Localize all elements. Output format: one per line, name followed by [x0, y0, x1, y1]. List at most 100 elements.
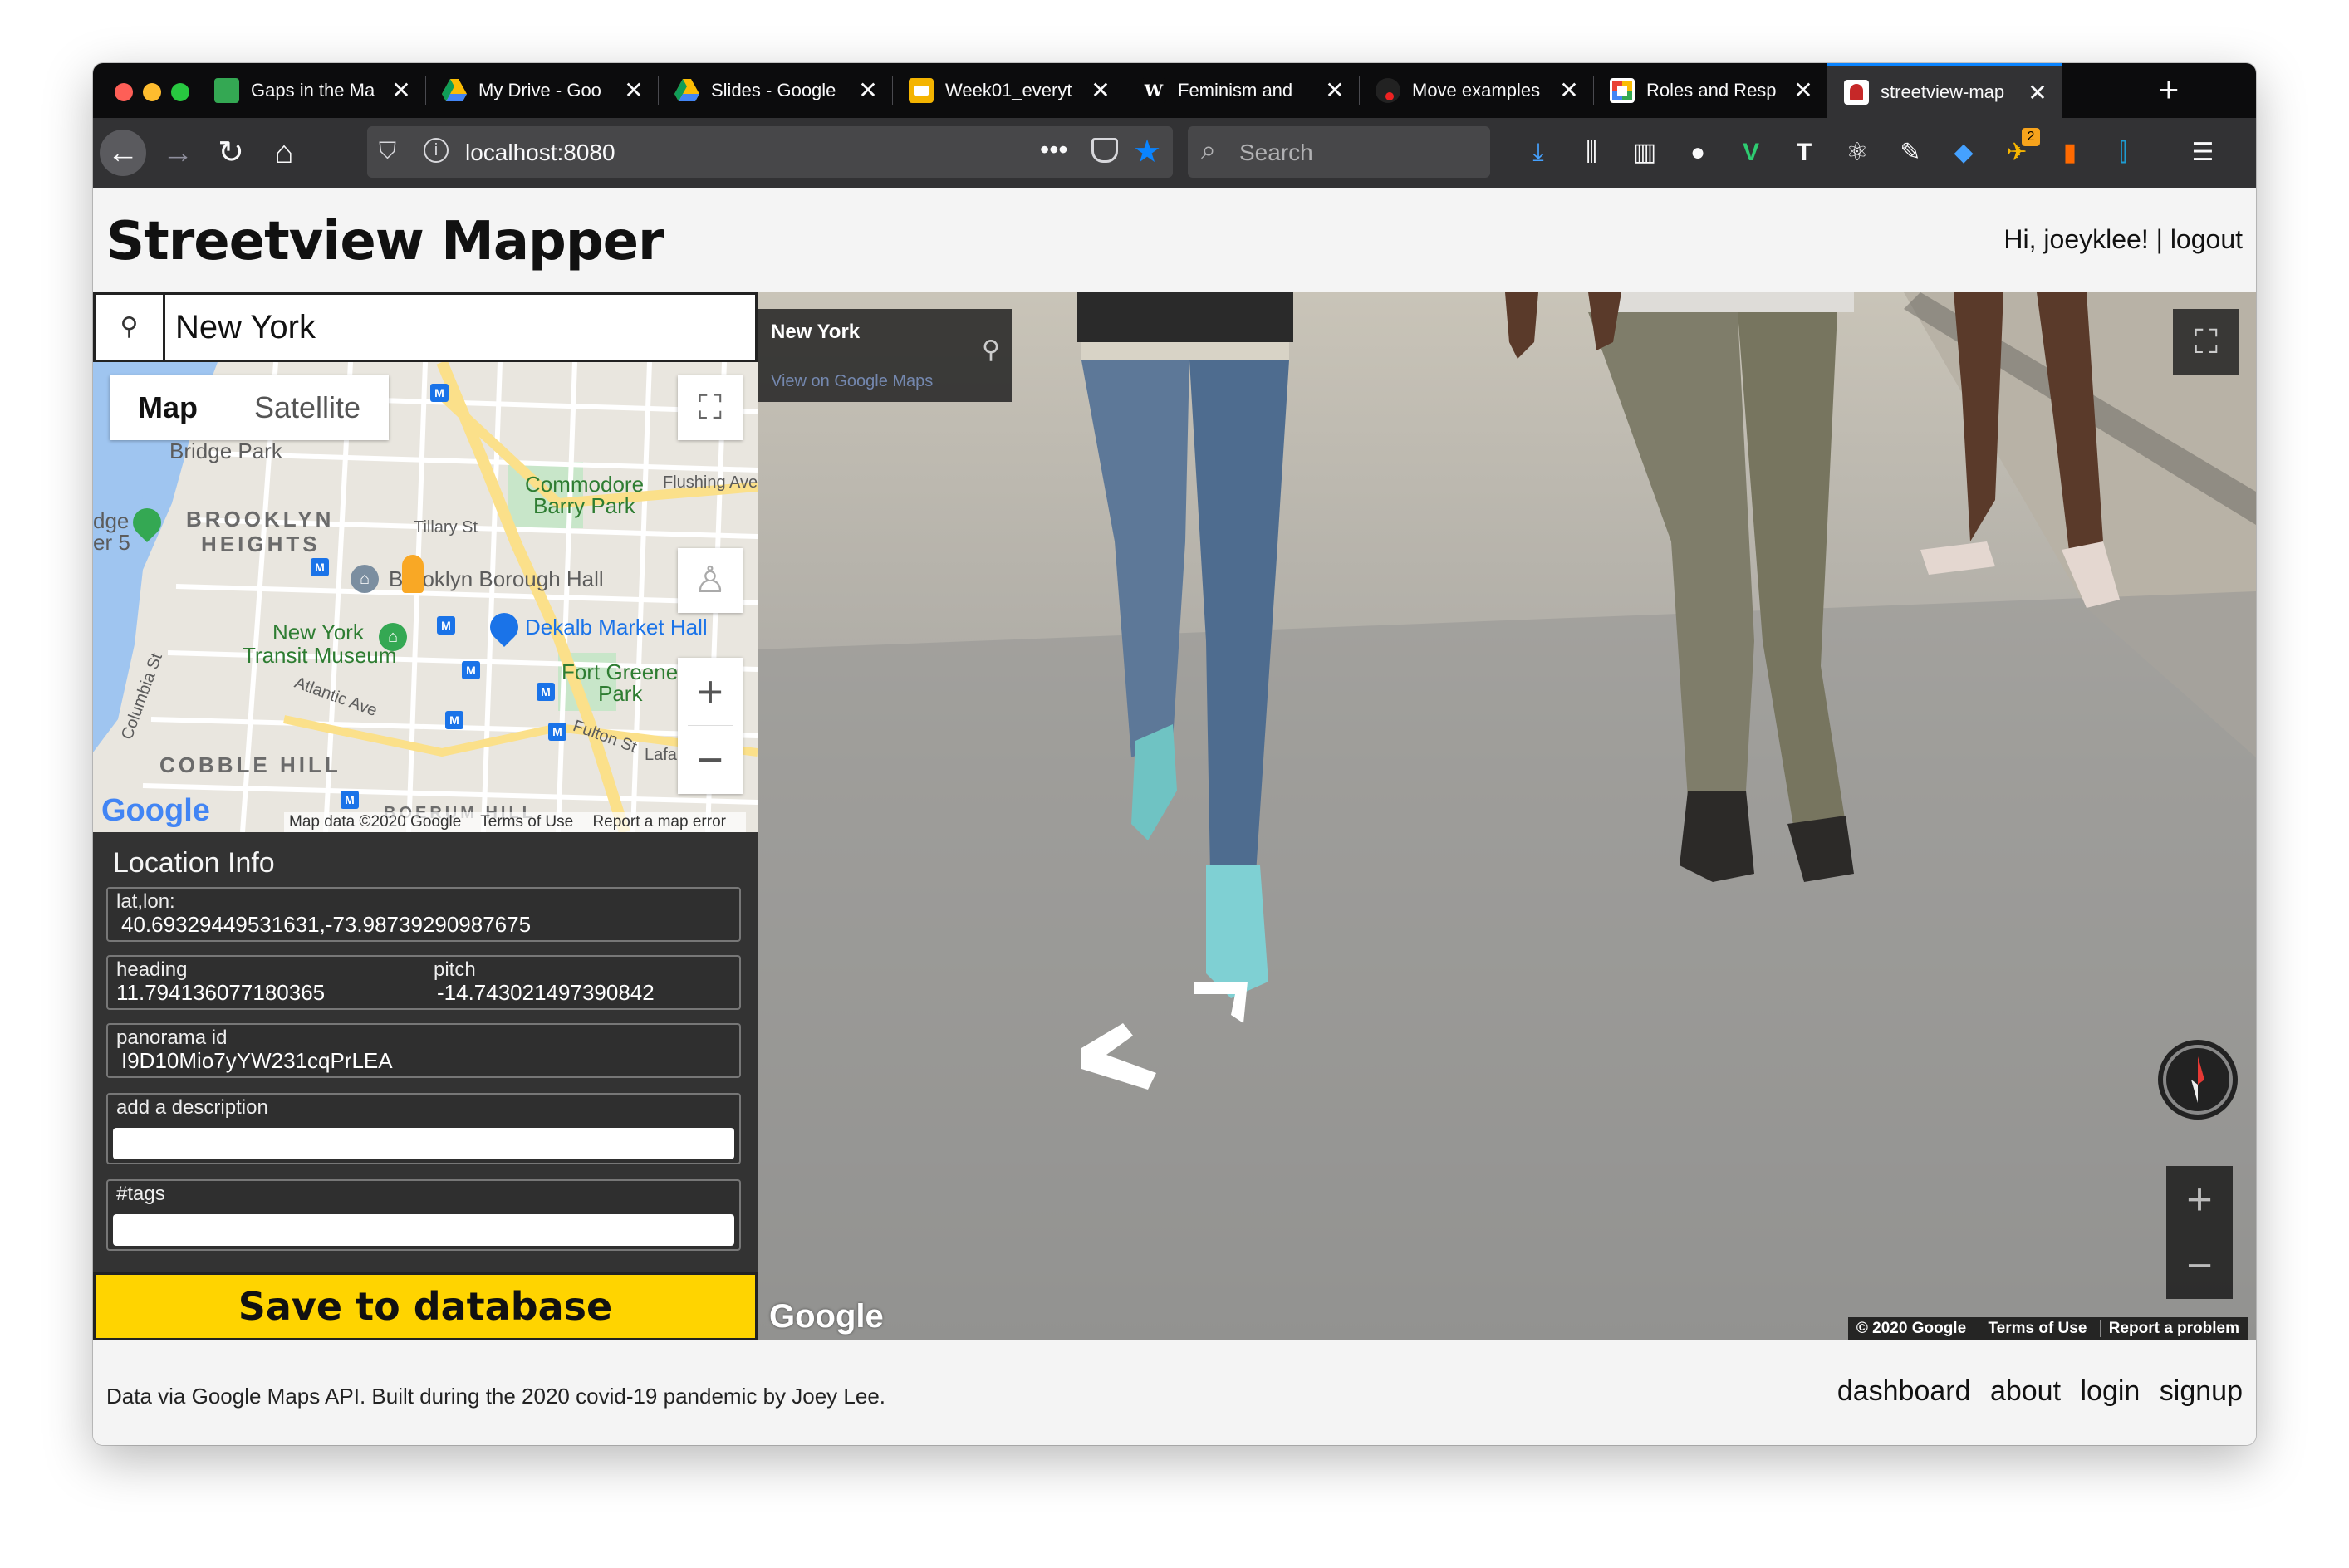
downloads-icon[interactable]: ⤓	[1522, 136, 1555, 169]
back-arrow-icon[interactable]: ←	[100, 130, 146, 176]
bookmark-star-icon[interactable]: ★	[1133, 133, 1161, 170]
tab-week01[interactable]: Week01_everyt ✕	[892, 63, 1125, 118]
subway-icon[interactable]: M	[430, 384, 449, 402]
tab-label: streetview-map	[1881, 81, 2005, 102]
street-view-zoom-in-button[interactable]: +	[2166, 1166, 2233, 1232]
map-label: Tillary St	[414, 518, 478, 537]
map-label: Flushing Ave	[663, 473, 758, 492]
tags-label: #tags	[116, 1183, 165, 1205]
map-terms-link[interactable]: Terms of Use	[480, 813, 573, 831]
footer-link-login[interactable]: login	[2081, 1375, 2141, 1407]
close-tab-icon[interactable]: ✕	[1322, 78, 1347, 103]
compass-icon[interactable]	[2158, 1040, 2238, 1120]
subway-icon[interactable]: M	[462, 661, 480, 679]
github-icon	[1376, 78, 1400, 103]
heading-value: 11.794136077180365	[116, 980, 326, 1005]
diamond-extension-icon[interactable]: ◆	[1947, 136, 1980, 169]
landmark-icon[interactable]: ⌂	[351, 565, 379, 593]
info-icon[interactable]: i	[424, 138, 449, 163]
terms-link[interactable]: Terms of Use	[1979, 1320, 2096, 1337]
tab-my-drive[interactable]: My Drive - Goo ✕	[425, 63, 658, 118]
battery-extension-icon[interactable]: ▮	[2053, 136, 2087, 169]
shield-icon[interactable]: ⛉	[379, 138, 396, 165]
map-type-satellite-button[interactable]: Satellite	[226, 375, 389, 440]
location-info-panel: Location Info lat,lon: 40.69329449531631…	[93, 832, 758, 1272]
subway-icon[interactable]: M	[548, 723, 566, 741]
tab-move-examples[interactable]: Move examples ✕	[1359, 63, 1593, 118]
subway-icon[interactable]: M	[437, 616, 455, 635]
sidebar-icon[interactable]: ▥	[1628, 136, 1661, 169]
close-tab-icon[interactable]: ✕	[2025, 81, 2050, 105]
account-icon[interactable]: ●	[1681, 136, 1714, 169]
street-view-pegman-button[interactable]: ♙	[678, 548, 743, 613]
street-view-image	[758, 292, 2256, 1340]
close-tab-icon[interactable]: ✕	[389, 78, 414, 103]
tab-roles-and-resp[interactable]: Roles and Resp ✕	[1593, 63, 1827, 118]
reload-icon[interactable]: ↻	[208, 130, 254, 176]
footer-link-about[interactable]: about	[1990, 1375, 2061, 1407]
overview-map[interactable]: Map Satellite ⛶ Bridge Park Commodore Ba…	[93, 362, 758, 832]
place-search-input[interactable]	[175, 305, 740, 350]
subway-icon[interactable]: M	[445, 711, 463, 729]
map-label: er 5	[93, 530, 130, 555]
street-view-zoom-out-button[interactable]: −	[2166, 1232, 2233, 1299]
page-actions-icon[interactable]: •••	[1040, 135, 1068, 165]
tab-slides[interactable]: Slides - Google ✕	[658, 63, 892, 118]
hamburger-menu-icon[interactable]: ☰	[2186, 136, 2219, 169]
url-text[interactable]: localhost:8080	[465, 140, 615, 166]
map-report-link[interactable]: Report a map error	[592, 813, 726, 831]
minimize-window-button[interactable]	[143, 83, 161, 101]
home-icon[interactable]: ⌂	[261, 130, 307, 176]
footer-link-signup[interactable]: signup	[2160, 1375, 2243, 1407]
street-view-place: New York	[771, 321, 861, 343]
street-view-info-card: New York View on Google Maps ⚲	[758, 309, 1012, 402]
close-tab-icon[interactable]: ✕	[1088, 78, 1113, 103]
zoom-in-button[interactable]: +	[678, 658, 743, 726]
bars-extension-icon[interactable]: ⫿	[2106, 136, 2140, 169]
subway-icon[interactable]: M	[341, 791, 359, 809]
save-to-database-button[interactable]: Save to database	[93, 1272, 758, 1340]
close-tab-icon[interactable]: ✕	[621, 78, 646, 103]
pocket-icon[interactable]	[1091, 138, 1118, 163]
map-data-text: Map data ©2020 Google	[289, 813, 462, 831]
close-tab-icon[interactable]: ✕	[856, 78, 880, 103]
url-bar[interactable]: ⛉ i localhost:8080 ••• ★	[367, 126, 1173, 178]
description-input[interactable]	[113, 1128, 734, 1159]
forward-arrow-icon[interactable]: →	[154, 130, 201, 176]
separator: |	[2155, 224, 2163, 254]
subway-icon[interactable]: M	[311, 558, 329, 576]
map-type-map-button[interactable]: Map	[110, 375, 226, 440]
tab-gaps-in-the-map[interactable]: Gaps in the Ma ✕	[198, 63, 425, 118]
fullscreen-icon[interactable]: ⛶	[678, 375, 743, 440]
google-drive-icon	[442, 78, 467, 103]
close-window-button[interactable]	[115, 83, 133, 101]
greeting-text: Hi, joeyklee!	[2003, 224, 2149, 254]
color-picker-icon[interactable]: ✎	[1894, 136, 1927, 169]
maximize-window-button[interactable]	[171, 83, 189, 101]
tab-feminism[interactable]: W Feminism and ✕	[1125, 63, 1359, 118]
google-logo: Google	[769, 1298, 884, 1335]
pegman-icon[interactable]	[402, 555, 424, 593]
browser-search-box[interactable]: ⌕ Search	[1188, 126, 1490, 178]
street-view-panorama[interactable]: New York View on Google Maps ⚲ ⛶ + − Goo…	[758, 292, 2256, 1340]
footer-link-dashboard[interactable]: dashboard	[1837, 1375, 1971, 1407]
react-devtools-icon[interactable]: ⚛	[1841, 136, 1874, 169]
vue-devtools-icon[interactable]: V	[1734, 136, 1768, 169]
description-label: add a description	[116, 1096, 268, 1119]
library-icon[interactable]: ⫼	[1575, 136, 1608, 169]
close-tab-icon[interactable]: ✕	[1557, 78, 1582, 103]
app-title: Streetview Mapper	[106, 211, 664, 272]
new-tab-button[interactable]: +	[2151, 72, 2186, 108]
zoom-out-button[interactable]: −	[678, 726, 743, 794]
report-problem-link[interactable]: Report a problem	[2099, 1320, 2248, 1337]
tab-streetview-mapper[interactable]: streetview-map ✕	[1827, 63, 2062, 118]
close-tab-icon[interactable]: ✕	[1791, 78, 1816, 103]
text-extension-icon[interactable]: T	[1787, 136, 1821, 169]
museum-icon[interactable]: ⌂	[379, 623, 407, 651]
view-on-google-maps-link[interactable]: View on Google Maps	[771, 372, 933, 391]
subway-icon[interactable]: M	[537, 683, 555, 701]
logout-link[interactable]: logout	[2170, 224, 2243, 254]
street-view-fullscreen-icon[interactable]: ⛶	[2173, 309, 2239, 375]
tags-input[interactable]	[113, 1214, 734, 1246]
user-greeting-line: Hi, joeyklee! | logout	[2003, 224, 2243, 255]
